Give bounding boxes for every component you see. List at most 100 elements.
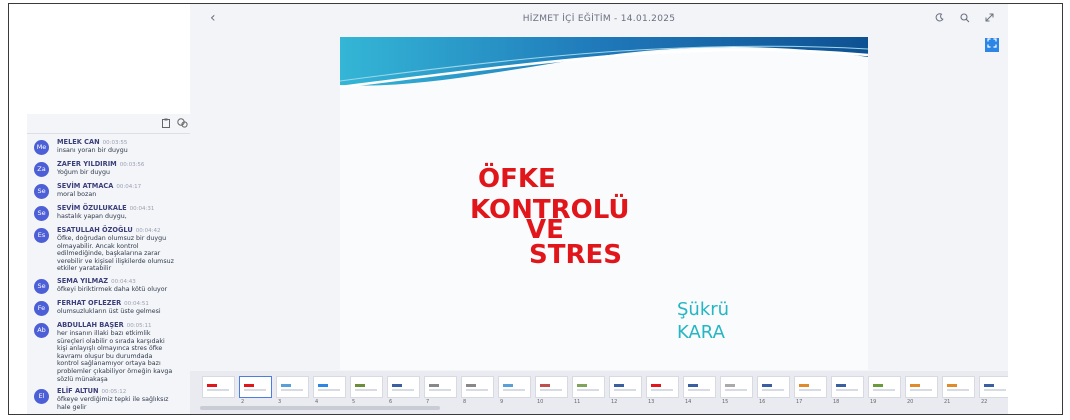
chat-message: Za ZAFER YILDIRIM 00:03:56 Yoğum bir duygu (27, 160, 187, 178)
thumbnail-line (392, 389, 414, 391)
slide-thumbnail[interactable] (387, 376, 420, 398)
slide-title-line-4: STRES (529, 240, 622, 270)
slide-thumbnail[interactable] (313, 376, 346, 398)
slide-thumbnail[interactable] (498, 376, 531, 398)
chat-panel: Me MELEK CAN 00:03:55 insanı yoran bir duyg… (27, 114, 199, 414)
thumbnail-accent (355, 384, 365, 387)
thumbnail-accent (318, 384, 328, 387)
thumbnail-number: 20 (907, 399, 914, 405)
thumbnail-scrollbar[interactable] (200, 406, 440, 410)
thumbnail-number: 21 (944, 399, 951, 405)
slide-thumbnail[interactable] (424, 376, 457, 398)
sender-name: SEVİM ÖZULUKALE (57, 204, 127, 212)
thumbnail-number: 12 (611, 399, 618, 405)
slide-thumbnail[interactable] (942, 376, 975, 398)
slide-thumbnail[interactable] (720, 376, 753, 398)
clipboard-icon[interactable] (160, 118, 171, 129)
thumbnail-line (429, 389, 451, 391)
message-text: insanı yoran bir duygu (57, 147, 128, 154)
thumbnail-line (540, 389, 562, 391)
message-header: SEVİM ÖZULUKALE 00:04:31 (57, 204, 187, 213)
thumbnail-number: 19 (870, 399, 877, 405)
thumbnail-accent (466, 384, 476, 387)
message-time: 00:04:51 (124, 300, 149, 307)
message-time: 00:04:17 (116, 184, 142, 190)
thumbnail-number: 7 (426, 399, 430, 405)
slide-title-line-3: VE (526, 215, 564, 245)
avatar: Se (34, 184, 49, 199)
slide-title-line-1: ÖFKE (478, 164, 556, 194)
thumbnail-number: 10 (537, 399, 544, 405)
message-time: 00:05:12 (101, 389, 127, 396)
slide-thumbnail[interactable] (276, 376, 309, 398)
avatar: Za (34, 162, 49, 177)
message-header: ESATULLAH ÖZOĞLU 00:04:42 (57, 226, 187, 235)
sender-name: FERHAT OFLEZER (57, 298, 122, 307)
thumbnail-accent (651, 384, 661, 387)
message-time: 00:03:56 (119, 162, 145, 168)
thumbnail-accent (873, 384, 883, 387)
thumbnail-number: 8 (463, 399, 467, 405)
avatar: Se (34, 278, 49, 294)
thumbnail-line (725, 389, 747, 391)
chat-message: Me MELEK CAN 00:03:55 insanı yoran bir duyg… (27, 138, 187, 156)
message-time: 00:04:43 (111, 278, 136, 285)
expand-icon[interactable] (985, 13, 994, 25)
thumbnail-accent (984, 384, 994, 387)
chat-bubbles-icon[interactable] (177, 118, 188, 129)
viewer-topbar: ‹ HİZMET İÇİ EĞİTİM - 14.01.2025 (190, 4, 1008, 34)
slide-thumbnail[interactable] (831, 376, 864, 398)
thumbnail-line (466, 389, 488, 391)
thumbnail-accent (688, 384, 698, 387)
message-header: FERHAT OFLEZER 00:04:51 (57, 299, 187, 308)
chat-message: Se SEVİM ATMACA 00:04:17 moral bozan (27, 182, 187, 200)
thumbnail-accent (947, 384, 957, 387)
message-text: olumsuzlukların üst üste gelmesi (57, 307, 161, 315)
thumbnail-number: 3 (278, 399, 282, 405)
presentation-viewer: ‹ HİZMET İÇİ EĞİTİM - 14.01.2025 ÖFKE KO… (190, 4, 1008, 414)
thumbnail-line (614, 389, 636, 391)
thumbnail-strip[interactable]: 2 3 4 5 6 7 8 9 10 11 12 13 14 15 16 17 18 19 20 21 22 (190, 371, 1008, 414)
slide-thumbnail[interactable] (461, 376, 494, 398)
moon-icon[interactable] (935, 13, 944, 25)
slide-author-last: KARA (677, 322, 725, 343)
thumbnail-line (577, 389, 599, 391)
slide-thumbnail[interactable] (905, 376, 938, 398)
search-icon[interactable] (960, 13, 970, 26)
slide-thumbnail[interactable] (757, 376, 790, 398)
thumbnail-line (355, 389, 377, 391)
slide-thumbnail[interactable] (683, 376, 716, 398)
slide-thumbnail[interactable] (609, 376, 642, 398)
thumbnail-accent (429, 384, 439, 387)
chat-message-list[interactable]: Me MELEK CAN 00:03:55 insanı yoran bir duyg… (27, 135, 187, 414)
thumbnail-line (207, 389, 229, 391)
message-header: SEVİM ATMACA 00:04:17 (57, 182, 187, 191)
slide-thumbnail[interactable] (794, 376, 827, 398)
slide-thumbnail[interactable] (239, 376, 272, 398)
slide-thumbnail[interactable] (535, 376, 568, 398)
slide-thumbnail[interactable] (350, 376, 383, 398)
sender-name: ESATULLAH ÖZOĞLU (57, 226, 133, 234)
left-blank-area (9, 4, 190, 114)
avatar: Es (34, 228, 49, 243)
chat-message: El ELİF ALTUN 00:05:12 öfkeye verdiğimiz te… (27, 387, 187, 411)
slide-thumbnail[interactable] (868, 376, 901, 398)
slide-thumbnail[interactable] (572, 376, 605, 398)
sender-name: MELEK CAN (57, 138, 100, 146)
slide-thumbnail[interactable] (202, 376, 235, 398)
thumbnail-line (762, 389, 784, 391)
slide-thumbnail[interactable] (646, 376, 679, 398)
thumbnail-number: 9 (500, 399, 504, 405)
thumbnail-accent (614, 384, 624, 387)
message-header: ZAFER YILDIRIM 00:03:56 (57, 160, 187, 169)
slide-thumbnail[interactable] (979, 376, 1008, 398)
thumbnail-line (244, 389, 266, 391)
avatar: Fe (34, 300, 49, 316)
thumbnail-accent (281, 384, 291, 387)
fullscreen-button[interactable] (985, 38, 999, 52)
avatar: El (34, 389, 49, 405)
chat-toolbar (27, 114, 198, 134)
slide-author-first: Şükrü (677, 299, 730, 320)
thumbnail-line (651, 389, 673, 391)
thumbnail-line (318, 389, 340, 391)
